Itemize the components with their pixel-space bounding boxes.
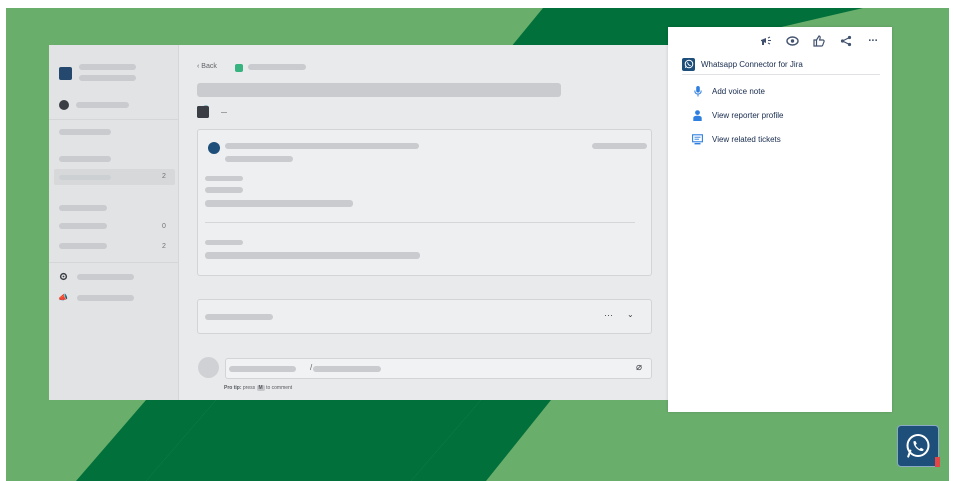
comment-avatar xyxy=(198,357,219,378)
back-link[interactable]: ‹ Back xyxy=(197,63,217,70)
view-reporter-profile-item[interactable]: View reporter profile xyxy=(692,108,783,122)
paperclip-icon[interactable]: ⌀ xyxy=(636,362,642,373)
issue-toolbar: ··· xyxy=(758,34,880,48)
gear-icon[interactable] xyxy=(59,272,68,281)
megaphone-icon[interactable]: 📣 xyxy=(58,293,68,302)
microphone-icon xyxy=(692,85,703,97)
issue-action-icons: 🔗 ··· xyxy=(197,105,227,118)
connector-header[interactable]: Whatsapp Connector for Jira xyxy=(682,54,880,75)
whatsapp-fab-button[interactable] xyxy=(897,425,939,467)
view-related-tickets-item[interactable]: View related tickets xyxy=(692,132,781,146)
comment-separator: / xyxy=(310,363,313,372)
chevron-down-icon[interactable]: ⌄ xyxy=(627,310,634,319)
pro-tip: Pro tip: press M to comment xyxy=(224,385,293,391)
details-card[interactable]: ··· ⌄ xyxy=(197,299,652,334)
comment-input[interactable]: / ⌀ xyxy=(225,358,652,379)
sidebar-count: 0 xyxy=(162,223,166,230)
whatsapp-phone-icon xyxy=(906,434,930,458)
send-icon[interactable] xyxy=(197,106,208,117)
more-icon[interactable]: ··· xyxy=(866,34,880,48)
description-card xyxy=(197,129,652,276)
jira-sidebar: 2 0 2 📣 xyxy=(49,45,179,400)
view-reporter-profile-label: View reporter profile xyxy=(712,110,784,120)
connector-title: Whatsapp Connector for Jira xyxy=(701,59,803,69)
add-voice-note-item[interactable]: Add voice note xyxy=(692,84,765,98)
project-avatar[interactable] xyxy=(59,67,72,80)
eye-icon[interactable] xyxy=(785,34,799,48)
more-icon[interactable]: ··· xyxy=(604,310,613,320)
whatsapp-connector-panel: ··· Whatsapp Connector for Jira Add voic… xyxy=(668,27,892,412)
user-icon xyxy=(692,109,703,121)
issue-title-placeholder xyxy=(197,83,561,97)
issue-type-icon xyxy=(235,64,243,72)
thumbs-up-icon[interactable] xyxy=(812,34,826,48)
view-related-tickets-label: View related tickets xyxy=(712,134,781,144)
fab-badge xyxy=(935,457,940,467)
whatsapp-avatar-icon xyxy=(208,142,220,154)
share-icon[interactable] xyxy=(839,34,853,48)
back-circle-icon[interactable] xyxy=(59,100,69,110)
whatsapp-logo-icon xyxy=(682,57,695,71)
megaphone-icon[interactable] xyxy=(758,34,772,48)
sidebar-count: 2 xyxy=(162,173,166,180)
sidebar-count: 2 xyxy=(162,243,166,250)
more-icon[interactable]: ··· xyxy=(220,107,227,117)
monitor-icon xyxy=(692,133,703,145)
add-voice-note-label: Add voice note xyxy=(712,86,765,96)
jira-issue-view: 2 0 2 📣 ‹ Back 🔗 ··· ··· xyxy=(49,45,669,400)
